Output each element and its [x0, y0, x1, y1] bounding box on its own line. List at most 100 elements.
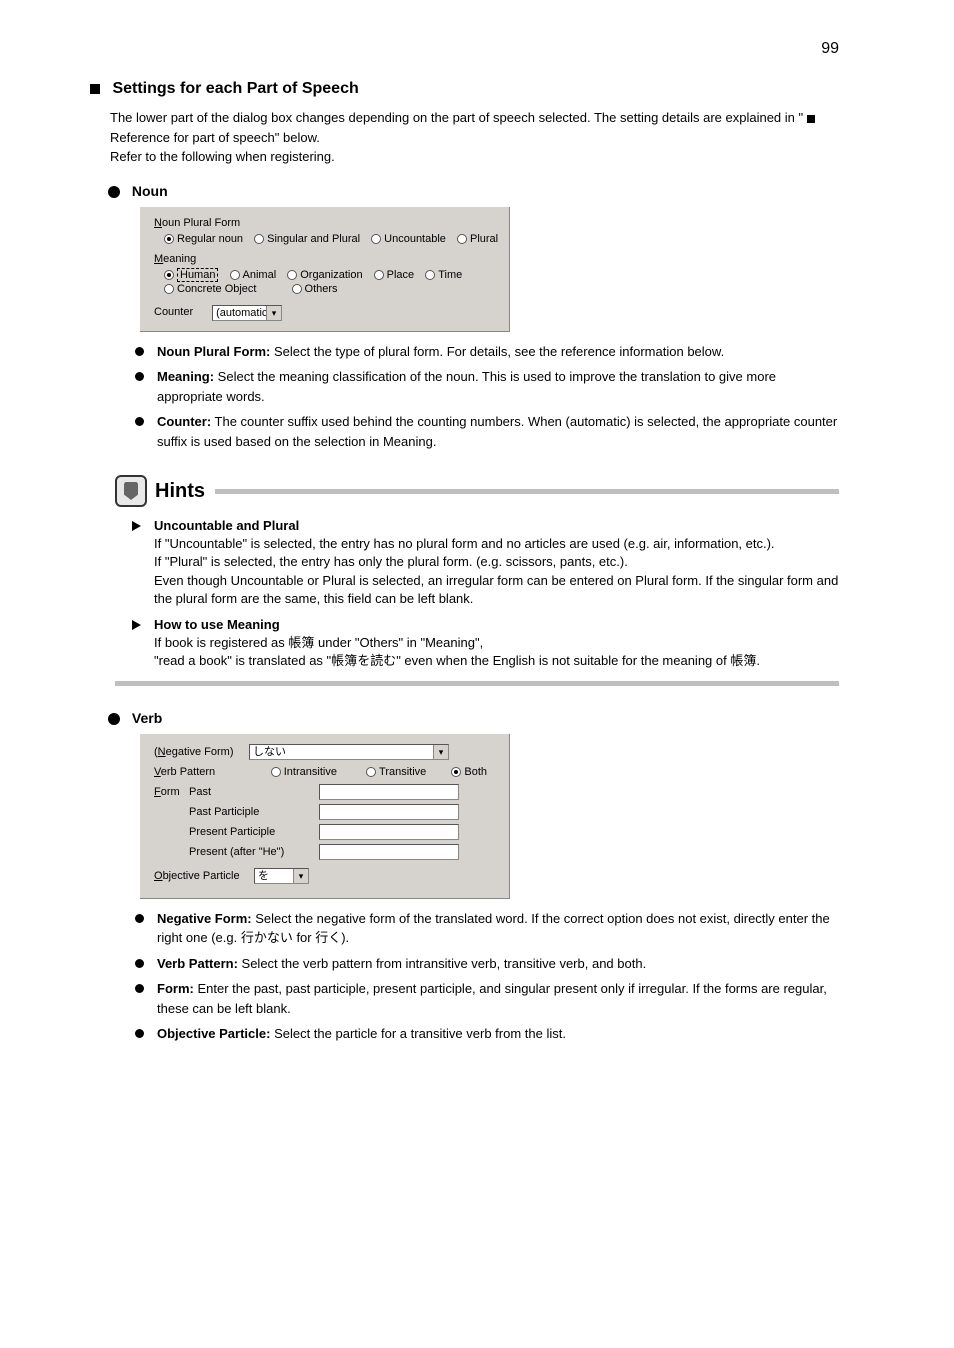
counter-row: Counter (automatic) [154, 305, 495, 321]
verb-heading: Verb [108, 710, 839, 726]
hint2-l2-pre: If book is registered as [154, 635, 288, 650]
counter-dropdown[interactable]: (automatic) [212, 305, 282, 321]
meaning-organization[interactable]: Organization [287, 269, 362, 281]
form-past-row: Form Past [154, 784, 495, 800]
noun-b2-rest: Select the meaning classification of the… [157, 369, 776, 404]
verb-panel: (Negative Form) しない Verb Pattern Intrans… [140, 734, 510, 899]
plural-regular[interactable]: Regular noun [164, 233, 243, 245]
pattern-intransitive[interactable]: Intransitive [271, 766, 337, 778]
hint1-title: Uncountable and Plural [154, 518, 299, 533]
hint2-jp2: 帳簿 [331, 653, 357, 668]
verb-b4-bold: Objective Particle: [157, 1026, 270, 1041]
form-pastpart-row: Past Participle [154, 804, 495, 820]
noun-b3-rest: The counter suffix used behind the count… [157, 414, 837, 449]
hint-meaning: How to use Meaning If book is registered… [132, 616, 839, 671]
verb-bullet-negative: Negative Form: Select the negative form … [135, 909, 839, 948]
settings-heading: Settings for each Part of Speech [90, 80, 839, 98]
noun-heading: Noun [108, 183, 839, 199]
form-past-input[interactable] [319, 784, 459, 800]
plural-plural[interactable]: Plural [457, 233, 498, 245]
settings-body-ref: Reference for part of speech" below. [110, 130, 320, 145]
meaning-others[interactable]: Others [292, 283, 338, 295]
bullet-icon [108, 713, 120, 725]
radio-icon [457, 234, 467, 244]
radio-icon [292, 284, 302, 294]
verb-heading-text: Verb [132, 710, 162, 726]
pencil-icon [124, 482, 138, 500]
verb-b2-rest: Select the verb pattern from intransitiv… [238, 956, 646, 971]
radio-icon [374, 270, 384, 280]
meaning-options-row1: Human Animal Organization Place Time [164, 269, 495, 281]
verb-bullet-form: Form: Enter the past, past participle, p… [135, 979, 839, 1018]
radio-icon [287, 270, 297, 280]
settings-body: The lower part of the dialog box changes… [110, 108, 839, 167]
counter-label: Counter [154, 306, 209, 318]
meaning-options-row2: Concrete Object Others [164, 283, 495, 295]
radio-icon [425, 270, 435, 280]
noun-b1-bold: Noun Plural Form: [157, 344, 270, 359]
form-preshe-input[interactable] [319, 844, 459, 860]
hint2-title: How to use Meaning [154, 617, 280, 632]
noun-bullet-plural: Noun Plural Form: Select the type of plu… [135, 342, 839, 362]
form-pastpart-input[interactable] [319, 804, 459, 820]
meaning-animal[interactable]: Animal [230, 269, 277, 281]
noun-b2-bold: Meaning: [157, 369, 214, 384]
verb-b1-bold: Negative Form: [157, 911, 252, 926]
hint2-l3-post: を読む" even when the English is not suitab… [357, 653, 760, 668]
obj-particle-dropdown[interactable]: を [254, 868, 309, 884]
plural-singplural[interactable]: Singular and Plural [254, 233, 360, 245]
meaning-place[interactable]: Place [374, 269, 415, 281]
radio-icon [254, 234, 264, 244]
square-bullet-icon-inline [807, 115, 815, 123]
verb-pattern-row: Verb Pattern Intransitive Transitive Bot… [154, 766, 495, 778]
hints-header: Hints [115, 475, 839, 507]
radio-icon [164, 234, 174, 244]
verb-pattern-label: Verb Pattern [154, 766, 235, 778]
square-bullet-icon [90, 84, 100, 94]
form-prespart-input[interactable] [319, 824, 459, 840]
noun-b3-bold: Counter: [157, 414, 211, 429]
form-past-label: Past [189, 786, 319, 798]
verb-bullet-objpart: Objective Particle: Select the particle … [135, 1024, 839, 1044]
negative-form-row: (Negative Form) しない [154, 744, 495, 760]
hint1-l4: Even though Uncountable or Plural is sel… [154, 573, 838, 606]
verb-b1-rest: Select the negative form of the translat… [157, 911, 830, 946]
meaning-time[interactable]: Time [425, 269, 462, 281]
radio-icon [230, 270, 240, 280]
negative-form-dropdown[interactable]: しない [249, 744, 449, 760]
pattern-both[interactable]: Both [451, 766, 487, 778]
settings-body-pre: The lower part of the dialog box changes… [110, 110, 803, 125]
noun-panel: Noun Plural Form Regular noun Singular a… [140, 207, 510, 332]
radio-icon [164, 284, 174, 294]
pattern-transitive[interactable]: Transitive [366, 766, 426, 778]
meaning-concrete[interactable]: Concrete Object [164, 283, 256, 295]
noun-b1-rest: Select the type of plural form. For deta… [270, 344, 724, 359]
radio-icon [451, 767, 461, 777]
plural-uncountable[interactable]: Uncountable [371, 233, 446, 245]
meaning-human[interactable]: Human [164, 269, 218, 281]
form-pastpart-label: Past Participle [189, 806, 319, 818]
hints-bar [215, 489, 839, 494]
hints-label: Hints [155, 480, 205, 503]
noun-heading-text: Noun [132, 183, 168, 199]
form-preshe-label: Present (after "He") [189, 846, 319, 858]
plural-form-label: Noun Plural Form [154, 217, 495, 229]
obj-particle-row: Objective Particle を [154, 868, 495, 884]
obj-particle-label: Objective Particle [154, 870, 254, 882]
form-prespart-label: Present Participle [189, 826, 319, 838]
verb-bullet-pattern: Verb Pattern: Select the verb pattern fr… [135, 954, 839, 974]
verb-b3-rest: Enter the past, past participle, present… [157, 981, 827, 1016]
plural-form-options: Regular noun Singular and Plural Uncount… [164, 233, 495, 245]
settings-body-post: Refer to the following when registering. [110, 149, 335, 164]
hint1-l2: If "Uncountable" is selected, the entry … [154, 536, 775, 551]
settings-heading-text: Settings for each Part of Speech [112, 80, 358, 97]
radio-icon [371, 234, 381, 244]
page-number: 99 [821, 40, 839, 58]
form-label: Form [154, 786, 189, 798]
verb-b3-bold: Form: [157, 981, 194, 996]
form-prespart-row: Present Participle [154, 824, 495, 840]
radio-icon [164, 270, 174, 280]
noun-bullet-meaning: Meaning: Select the meaning classificati… [135, 367, 839, 406]
form-preshe-row: Present (after "He") [154, 844, 495, 860]
verb-b2-bold: Verb Pattern: [157, 956, 238, 971]
